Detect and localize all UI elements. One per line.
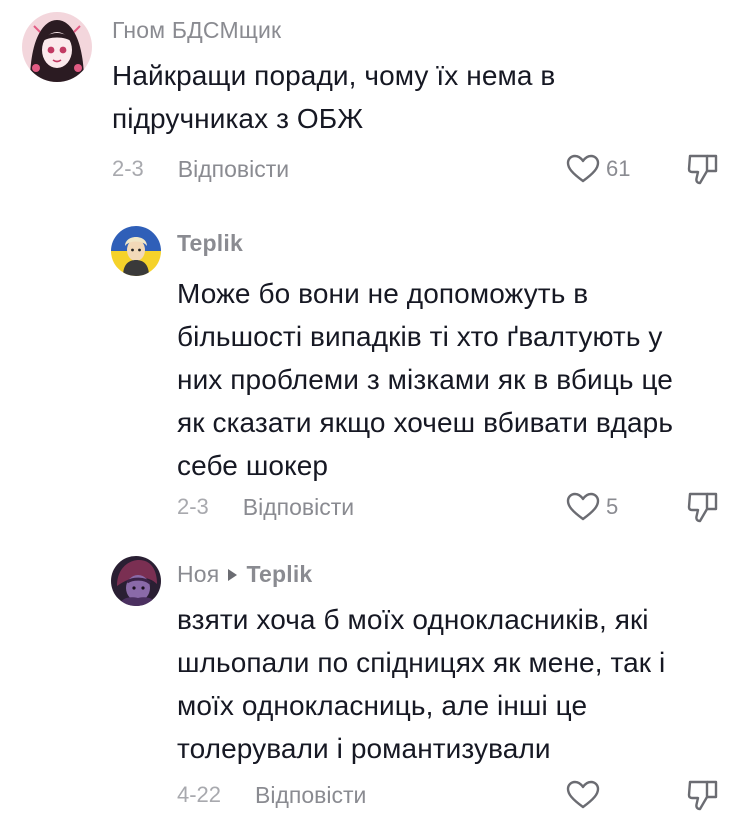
comment-text: взяти хоча б моїх однокласників, які шль… xyxy=(177,598,737,770)
dislike-button[interactable] xyxy=(686,490,720,524)
comment-3: Ноя Teplik взяти хоча б моїх однокласникі… xyxy=(0,540,750,821)
anime-girl-avatar-icon xyxy=(22,12,92,82)
comment-1: Гном БДСМщик Найкращи поради, чому їх не… xyxy=(0,0,750,200)
thumbs-down-icon xyxy=(687,492,718,523)
comment-text: Може бо вони не допоможуть в більшості в… xyxy=(177,272,737,487)
comment-meta: 2-3 Відповісти xyxy=(112,152,289,186)
like-count: 61 xyxy=(606,156,631,181)
comment-text-line: Найкращи поради, чому їх нема в xyxy=(112,60,556,91)
reply-author[interactable]: Ноя xyxy=(177,561,219,587)
avatar[interactable] xyxy=(22,12,92,82)
comment-username: Ноя Teplik xyxy=(177,561,312,588)
reply-button[interactable]: Відповісти xyxy=(178,156,289,183)
avatar[interactable] xyxy=(111,226,161,276)
thumbs-down-icon xyxy=(687,154,718,185)
comment-text-line: себе шокер xyxy=(177,450,329,481)
dislike-button[interactable] xyxy=(686,778,720,812)
comment-2: Teplik Може бо вони не допоможуть в біль… xyxy=(0,200,750,540)
dislike-button[interactable] xyxy=(686,152,720,186)
like-button[interactable] xyxy=(566,778,600,812)
like-count: 5 xyxy=(606,494,619,519)
like-button[interactable]: 5 xyxy=(566,490,618,524)
comment-text: Найкращи поради, чому їх нема в підручни… xyxy=(112,54,732,140)
heart-icon xyxy=(566,154,600,183)
comment-username[interactable]: Гном БДСМщик xyxy=(112,17,281,44)
comment-date: 2-3 xyxy=(112,156,144,181)
comment-meta: 4-22 Відповісти xyxy=(177,778,366,812)
heart-icon xyxy=(566,780,600,809)
comment-text-line: шльопали по спідницях як мене, так і xyxy=(177,647,666,678)
reply-button[interactable]: Відповісти xyxy=(255,782,366,809)
reply-button[interactable]: Відповісти xyxy=(243,494,354,521)
comment-text-line: толерували і романтизували xyxy=(177,733,551,764)
purple-character-avatar-icon xyxy=(111,556,161,606)
comment-text-line: підручниках з ОБЖ xyxy=(112,103,364,134)
thumbs-down-icon xyxy=(687,780,718,811)
avatar[interactable] xyxy=(111,556,161,606)
comment-meta: 2-3 Відповісти xyxy=(177,490,354,524)
ukraine-flag-avatar-icon xyxy=(111,226,161,276)
comment-text-line: Може бо вони не допоможуть в xyxy=(177,278,589,309)
comment-date: 4-22 xyxy=(177,782,222,807)
comment-username[interactable]: Teplik xyxy=(177,230,243,257)
comment-text-line: них проблеми з мізками як в вбиць це xyxy=(177,364,673,395)
comment-text-line: взяти хоча б моїх однокласників, які xyxy=(177,604,649,635)
comment-text-line: моїх однокласниць, але інші це xyxy=(177,690,588,721)
comment-date: 2-3 xyxy=(177,494,209,519)
comment-text-line: як сказати якщо хочеш вбивати вдарь xyxy=(177,407,674,438)
heart-icon xyxy=(566,492,600,521)
like-button[interactable]: 61 xyxy=(566,152,630,186)
comment-text-line: більшості випадків ті хто ґвалтують у xyxy=(177,321,663,352)
reply-arrow-icon xyxy=(228,569,238,582)
reply-target-username[interactable]: Teplik xyxy=(246,561,312,587)
